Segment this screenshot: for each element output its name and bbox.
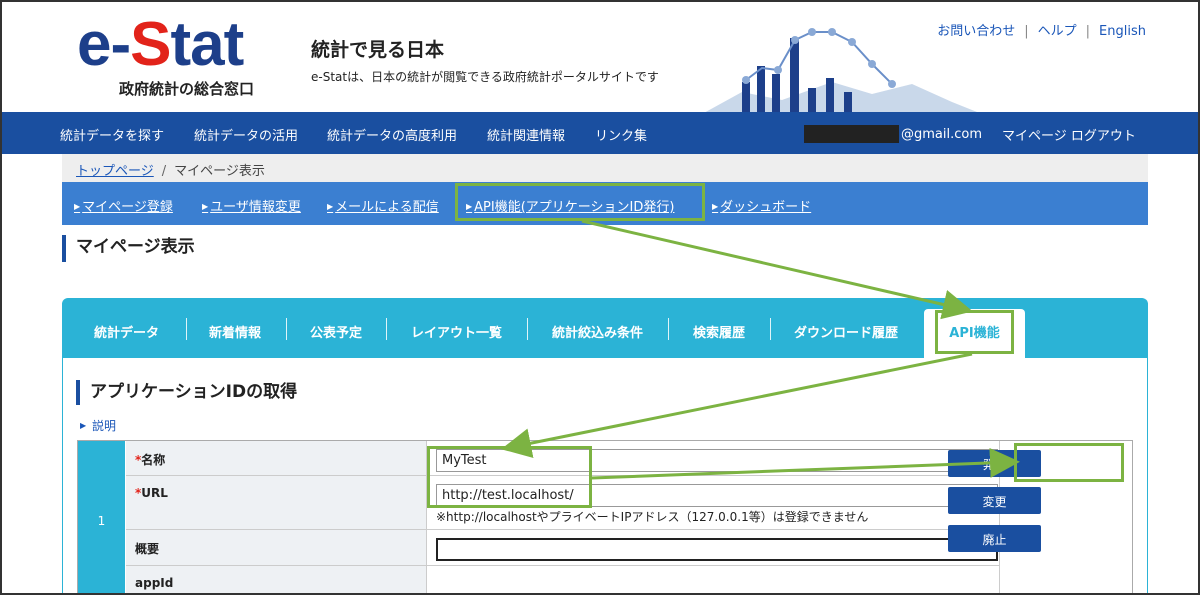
subnav-mail[interactable]: ▶ メールによる配信 xyxy=(327,196,439,215)
highlight-issue-button xyxy=(1014,443,1124,482)
redacted-email xyxy=(804,125,899,143)
site-title: 統計で見る日本 xyxy=(311,39,445,61)
subnav-dashboard[interactable]: ▶ ダッシュボード xyxy=(712,196,811,215)
tab-download-history[interactable]: ダウンロード履歴 xyxy=(794,322,898,341)
subnav-register[interactable]: ▶ マイページ登録 xyxy=(74,196,173,215)
tab-search-history[interactable]: 検索履歴 xyxy=(693,322,745,341)
url-note: ※http://localhostやプライベートIPアドレス（127.0.0.1… xyxy=(436,510,869,524)
highlight-api-tab xyxy=(935,310,1014,354)
breadcrumb-home[interactable]: トップページ xyxy=(76,164,154,179)
nav-related-info[interactable]: 統計関連情報 xyxy=(487,125,565,144)
nav-find-data[interactable]: 統計データを探す xyxy=(60,125,164,144)
delete-button[interactable]: 廃止 xyxy=(948,525,1041,552)
summary-label: 概要 xyxy=(126,530,426,566)
global-nav: 統計データを探す 統計データの活用 統計データの高度利用 統計関連情報 リンク集… xyxy=(2,112,1198,154)
header-links: お問い合わせ | ヘルプ | English xyxy=(937,24,1146,39)
subnav-user-info[interactable]: ▶ ユーザ情報変更 xyxy=(202,196,301,215)
explain-link[interactable]: ▶ 説明 xyxy=(80,417,116,434)
user-menu: マイページ ログアウト xyxy=(1002,125,1136,144)
nav-advanced-use[interactable]: 統計データの高度利用 xyxy=(327,125,457,144)
estat-logo[interactable]: e-Stat 政府統計の総合窓口 xyxy=(77,14,272,104)
english-link[interactable]: English xyxy=(1099,24,1146,39)
url-label: *URL xyxy=(126,476,426,530)
nav-links[interactable]: リンク集 xyxy=(595,125,647,144)
screenshot-frame: e-Stat 政府統計の総合窓口 統計で見る日本 e-Statは、日本の統計が閲… xyxy=(0,0,1200,595)
highlight-api-subnav xyxy=(455,183,705,221)
logo-subtitle: 政府統計の総合窓口 xyxy=(119,80,255,98)
mypage-link[interactable]: マイページ xyxy=(1002,129,1067,144)
site-description: e-Statは、日本の統計が閲覧できる政府統計ポータルサイトです xyxy=(311,70,659,84)
tab-filters[interactable]: 統計絞込み条件 xyxy=(552,322,643,341)
tab-news[interactable]: 新着情報 xyxy=(209,322,261,341)
logo-wordmark: e-Stat xyxy=(77,10,244,79)
help-link[interactable]: ヘルプ xyxy=(1038,24,1077,39)
user-email: @gmail.com xyxy=(804,125,982,143)
breadcrumb-current: マイページ表示 xyxy=(174,164,265,179)
contact-link[interactable]: お問い合わせ xyxy=(937,24,1015,39)
section-heading: アプリケーションIDの取得 xyxy=(76,380,297,405)
breadcrumb: トップページ / マイページ表示 xyxy=(62,154,1148,182)
page-heading: マイページ表示 xyxy=(62,235,195,262)
tab-schedule[interactable]: 公表予定 xyxy=(310,322,362,341)
nav-use-data[interactable]: 統計データの活用 xyxy=(194,125,298,144)
tab-stat-data[interactable]: 統計データ xyxy=(94,322,159,341)
logout-link[interactable]: ログアウト xyxy=(1071,129,1136,144)
appid-label: appId xyxy=(126,566,426,593)
summary-input[interactable] xyxy=(436,538,998,561)
site-header: e-Stat 政府統計の総合窓口 統計で見る日本 e-Statは、日本の統計が閲… xyxy=(2,2,1198,114)
change-button[interactable]: 変更 xyxy=(948,487,1041,514)
row-number: 1 xyxy=(78,441,125,593)
highlight-inputs xyxy=(427,446,592,508)
name-label: *名称 xyxy=(126,441,426,476)
tab-layouts[interactable]: レイアウト一覧 xyxy=(411,322,502,341)
